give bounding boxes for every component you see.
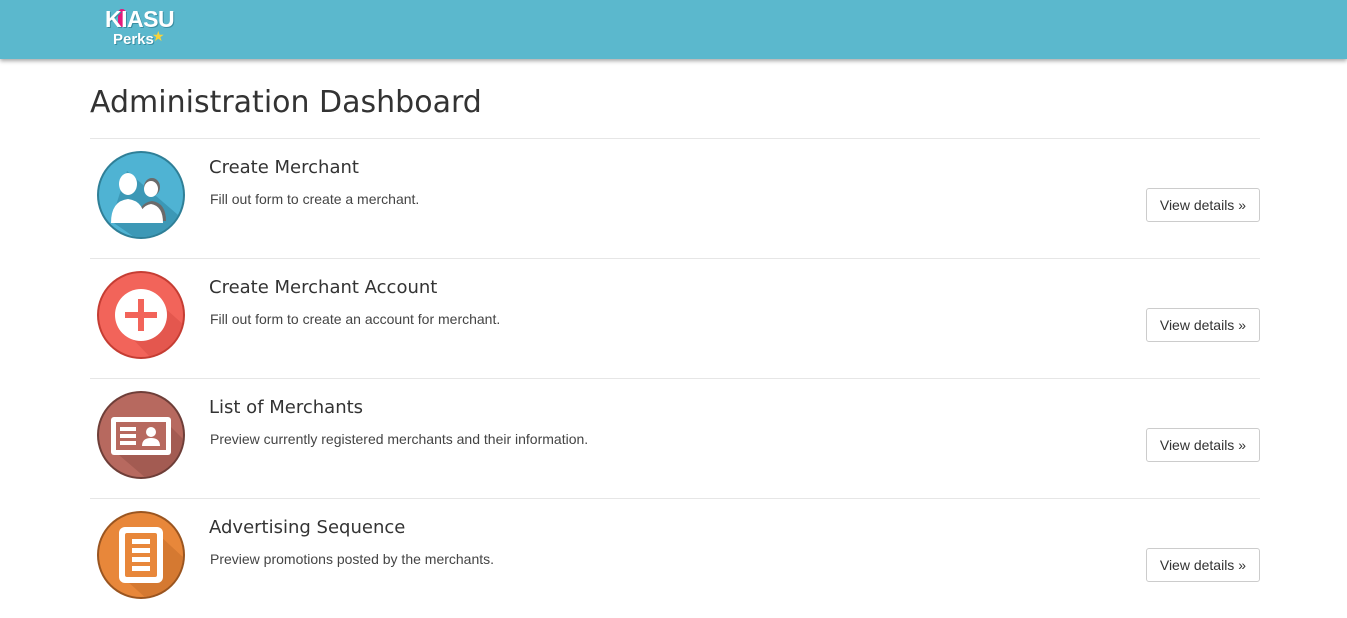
brand-line2: Perks	[113, 31, 154, 48]
item-description: Fill out form to create an account for m…	[210, 311, 501, 327]
item-description: Preview promotions posted by the merchan…	[210, 551, 495, 567]
dashboard-item-create-merchant-account: Create Merchant Account Fill out form to…	[90, 258, 1260, 378]
dashboard-list: Create Merchant Fill out form to create …	[90, 138, 1260, 618]
item-title: Create Merchant Account	[209, 277, 438, 298]
item-title: Advertising Sequence	[209, 517, 406, 538]
id-card-icon	[97, 391, 185, 479]
view-details-button[interactable]: View details »	[1145, 428, 1260, 462]
brand-logo[interactable]: KIASU Perks ★	[104, 6, 175, 52]
view-details-button[interactable]: View details »	[1145, 548, 1260, 582]
plus-icon	[97, 271, 185, 359]
item-title: List of Merchants	[209, 397, 364, 418]
view-details-button[interactable]: View details »	[1145, 188, 1260, 222]
dashboard-item-list-of-merchants: List of Merchants Preview currently regi…	[90, 378, 1260, 498]
item-description: Fill out form to create a merchant.	[210, 191, 420, 207]
dashboard-item-advertising-sequence: Advertising Sequence Preview promotions …	[90, 498, 1260, 618]
star-icon: ★	[152, 28, 165, 44]
item-title: Create Merchant	[209, 157, 359, 178]
top-navbar: KIASU Perks ★	[0, 0, 1347, 59]
users-icon	[97, 151, 185, 239]
page-title: Administration Dashboard	[90, 85, 482, 120]
dashboard-item-create-merchant: Create Merchant Fill out form to create …	[90, 138, 1260, 258]
document-icon	[97, 511, 185, 599]
item-description: Preview currently registered merchants a…	[210, 431, 589, 447]
view-details-button[interactable]: View details »	[1145, 308, 1260, 342]
